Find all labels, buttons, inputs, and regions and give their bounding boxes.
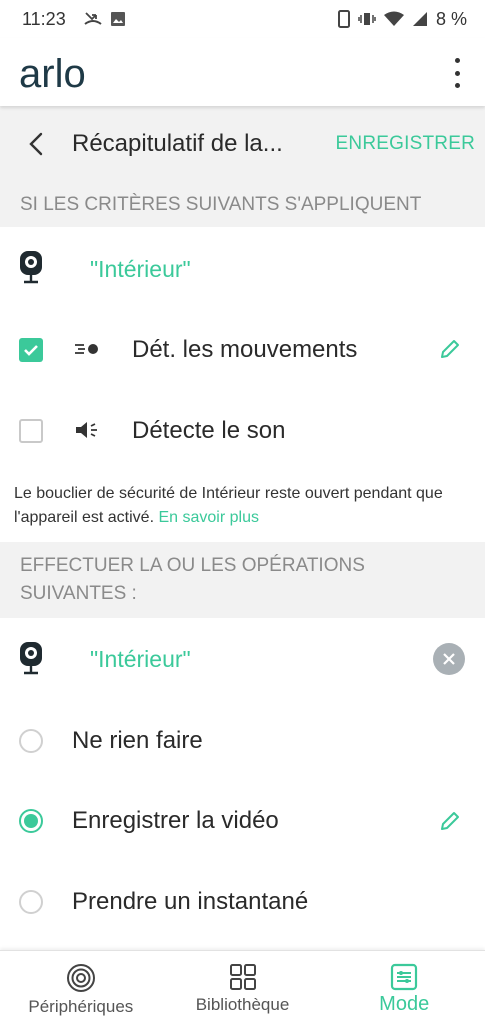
radio-nothing[interactable] bbox=[19, 729, 43, 753]
close-icon bbox=[443, 653, 455, 665]
motion-icon bbox=[74, 342, 100, 361]
missed-call-icon bbox=[84, 11, 102, 27]
option-label-record: Enregistrer la vidéo bbox=[72, 807, 279, 834]
mode-icon bbox=[391, 963, 418, 991]
arlo-logo: arlo bbox=[19, 52, 86, 96]
title-bar: Récapitulatif de la... ENREGISTRER bbox=[0, 106, 485, 182]
trigger-device-row[interactable]: "Intérieur" bbox=[0, 228, 485, 310]
app-header: arlo bbox=[0, 38, 485, 106]
action-option-nothing[interactable]: Ne rien faire bbox=[0, 700, 485, 780]
motion-checkbox[interactable] bbox=[19, 338, 43, 362]
signal-icon bbox=[412, 11, 428, 27]
status-time: 11:23 bbox=[22, 8, 66, 29]
remove-device-button[interactable] bbox=[433, 643, 465, 675]
nav-mode[interactable]: Mode bbox=[323, 951, 485, 1024]
trigger-device-name: "Intérieur" bbox=[90, 256, 191, 282]
status-bar: 11:23 8 % bbox=[0, 0, 485, 38]
action-section-header: EFFECTUER LA OU LES OPÉRATIONS SUIVANTES… bbox=[0, 542, 485, 618]
edit-motion-icon[interactable] bbox=[439, 338, 461, 365]
trigger-section-title: SI LES CRITÈRES SUIVANTS S'APPLIQUENT bbox=[20, 193, 422, 215]
page-title: Récapitulatif de la... bbox=[72, 130, 283, 157]
back-arrow-icon bbox=[29, 132, 43, 156]
edit-record-icon[interactable] bbox=[439, 810, 461, 837]
security-info-text: Le bouclier de sécurité de Intérieur res… bbox=[14, 482, 474, 530]
motion-label: Dét. les mouvements bbox=[132, 336, 358, 363]
nav-devices[interactable]: Périphériques bbox=[0, 951, 162, 1024]
nav-library[interactable]: Bibliothèque bbox=[162, 951, 324, 1024]
image-notification-icon bbox=[110, 11, 126, 27]
action-option-record[interactable]: Enregistrer la vidéo bbox=[0, 780, 485, 862]
sound-checkbox[interactable] bbox=[19, 419, 43, 443]
save-button[interactable]: ENREGISTRER bbox=[336, 133, 485, 155]
option-label-snapshot: Prendre un instantané bbox=[72, 888, 309, 915]
phone-icon bbox=[337, 10, 350, 28]
action-option-snapshot[interactable]: Prendre un instantané bbox=[0, 862, 485, 942]
more-options-icon[interactable] bbox=[447, 58, 467, 88]
bottom-navigation: Périphériques Bibliothèque Mode bbox=[0, 950, 485, 1024]
trigger-section-header: SI LES CRITÈRES SUIVANTS S'APPLIQUENT bbox=[0, 182, 485, 227]
camera-icon bbox=[18, 250, 44, 289]
nav-mode-label: Mode bbox=[379, 993, 430, 1015]
vibrate-icon bbox=[358, 11, 376, 27]
nav-devices-label: Périphériques bbox=[28, 997, 134, 1016]
sound-detection-row[interactable]: Détecte le son bbox=[0, 390, 485, 470]
back-button[interactable] bbox=[0, 106, 72, 182]
action-device-row[interactable]: "Intérieur" bbox=[0, 620, 485, 700]
sound-label: Détecte le son bbox=[132, 417, 286, 444]
motion-detection-row[interactable]: Dét. les mouvements bbox=[0, 310, 485, 390]
battery-text: 8 % bbox=[435, 8, 467, 29]
nav-library-label: Bibliothèque bbox=[195, 995, 290, 1014]
camera-icon bbox=[18, 641, 44, 680]
action-section-title-line1: EFFECTUER LA OU LES OPÉRATIONS bbox=[20, 555, 365, 576]
devices-icon bbox=[66, 964, 95, 992]
speaker-icon bbox=[74, 420, 100, 445]
radio-record[interactable] bbox=[19, 809, 43, 833]
option-label-nothing: Ne rien faire bbox=[72, 727, 203, 754]
radio-snapshot[interactable] bbox=[19, 890, 43, 914]
action-device-name: "Intérieur" bbox=[90, 646, 191, 672]
action-section-title-line2: SUIVANTES : bbox=[20, 583, 137, 604]
learn-more-link[interactable]: En savoir plus bbox=[158, 509, 259, 526]
wifi-icon bbox=[383, 11, 404, 27]
library-grid-icon bbox=[229, 964, 256, 990]
